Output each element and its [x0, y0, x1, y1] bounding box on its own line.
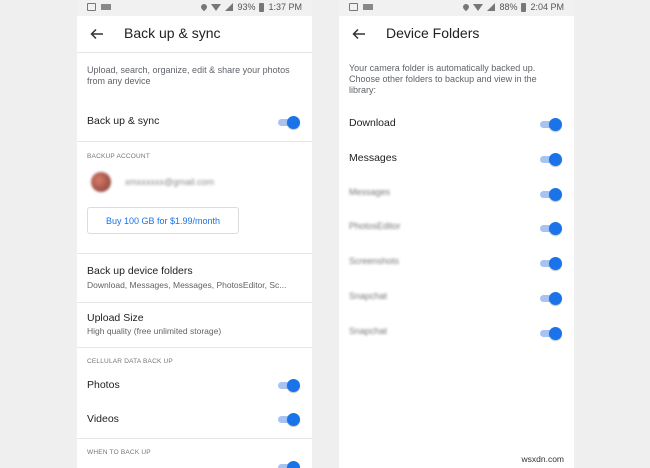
folder-toggle[interactable] — [540, 187, 562, 201]
folder-toggle[interactable] — [540, 221, 562, 236]
location-icon — [462, 2, 471, 12]
upload-size-row[interactable]: Upload Size High quality (free unlimited… — [77, 303, 312, 347]
message-notification-icon — [101, 4, 111, 10]
folder-toggle[interactable] — [540, 326, 562, 340]
message-notification-icon — [363, 4, 373, 10]
battery-percent: 88% — [499, 2, 518, 12]
photos-row[interactable]: Photos — [77, 370, 312, 404]
upload-size-title: Upload Size — [87, 312, 144, 324]
folder-row[interactable]: PhotosEditor — [339, 211, 574, 246]
backup-account-header: BACKUP ACCOUNT — [87, 153, 150, 160]
battery-icon — [259, 2, 265, 12]
folder-row[interactable]: Messages — [339, 177, 574, 212]
back-arrow-icon[interactable] — [89, 26, 105, 42]
buy-storage-button[interactable]: Buy 100 GB for $1.99/month — [87, 207, 239, 234]
watermark: wsxdn.com — [521, 454, 564, 464]
wifi-icon — [473, 3, 484, 11]
battery-icon — [521, 2, 527, 12]
folder-label: Messages — [349, 186, 391, 197]
wifi-icon — [211, 3, 222, 11]
account-row[interactable]: xmxxxxxx@gmail.com — [77, 167, 312, 205]
folder-label: Snapchat — [349, 325, 388, 336]
status-time: 2:04 PM — [530, 2, 564, 12]
description: Upload, search, organize, edit & share y… — [87, 65, 290, 86]
folder-row[interactable]: Snapchat — [339, 316, 574, 351]
backup-sync-row[interactable]: Back up & sync — [77, 105, 312, 141]
folder-row[interactable]: Snapchat — [339, 281, 574, 316]
folder-list: Download Messages Messages PhotosEditor Scre… — [339, 107, 574, 351]
upload-size-subtitle: High quality (free unlimited storage) — [87, 326, 222, 336]
status-time: 1:37 PM — [268, 2, 302, 12]
app-bar: Device Folders — [339, 16, 574, 52]
signal-icon — [225, 3, 234, 11]
avatar — [91, 172, 111, 192]
folder-row[interactable]: Download — [339, 107, 574, 142]
back-arrow-icon[interactable] — [351, 26, 367, 42]
folder-label: Snapchat — [349, 290, 388, 301]
device-folders-title: Back up device folders — [87, 265, 193, 277]
folder-label: Download — [349, 117, 396, 129]
battery-percent: 93% — [237, 2, 256, 12]
folder-label: Screenshots — [349, 256, 400, 267]
page-title: Back up & sync — [124, 25, 221, 41]
folder-row[interactable]: Screenshots — [339, 246, 574, 281]
device-folders-row[interactable]: Back up device folders Download, Message… — [77, 254, 312, 302]
backup-sync-screen: 93% 1:37 PM Back up & sync Upload, searc… — [77, 0, 312, 468]
cellular-header: CELLULAR DATA BACK UP — [87, 358, 173, 365]
folder-toggle[interactable] — [540, 117, 562, 131]
image-notification-icon — [87, 3, 96, 11]
status-bar: 93% 1:37 PM — [77, 0, 312, 16]
videos-toggle[interactable] — [278, 412, 300, 426]
photos-label: Photos — [87, 379, 120, 391]
device-folders-subtitle: Download, Messages, Messages, PhotosEdit… — [87, 280, 287, 290]
videos-label: Videos — [87, 413, 119, 425]
page-title: Device Folders — [386, 25, 480, 41]
videos-row[interactable]: Videos — [77, 404, 312, 438]
when-header: WHEN TO BACK UP — [77, 439, 312, 468]
folder-label: PhotosEditor — [349, 221, 401, 232]
device-folders-screen: 88% 2:04 PM Device Folders Your camera f… — [339, 0, 574, 468]
when-header-label: WHEN TO BACK UP — [87, 449, 151, 456]
account-email: xmxxxxxx@gmail.com — [125, 177, 215, 187]
folder-row[interactable]: Messages — [339, 142, 574, 177]
folder-label: Messages — [349, 151, 397, 164]
app-bar: Back up & sync — [77, 16, 312, 53]
description: Your camera folder is automatically back… — [349, 63, 537, 95]
folder-toggle[interactable] — [540, 256, 562, 271]
backup-sync-label: Back up & sync — [87, 115, 160, 127]
photos-toggle[interactable] — [278, 378, 300, 392]
backup-sync-toggle[interactable] — [278, 115, 300, 129]
when-toggle[interactable] — [278, 460, 300, 468]
folder-toggle[interactable] — [540, 152, 562, 166]
location-icon — [200, 2, 209, 12]
image-notification-icon — [349, 3, 358, 11]
status-bar: 88% 2:04 PM — [339, 0, 574, 16]
folder-toggle[interactable] — [540, 291, 562, 305]
signal-icon — [487, 3, 496, 11]
